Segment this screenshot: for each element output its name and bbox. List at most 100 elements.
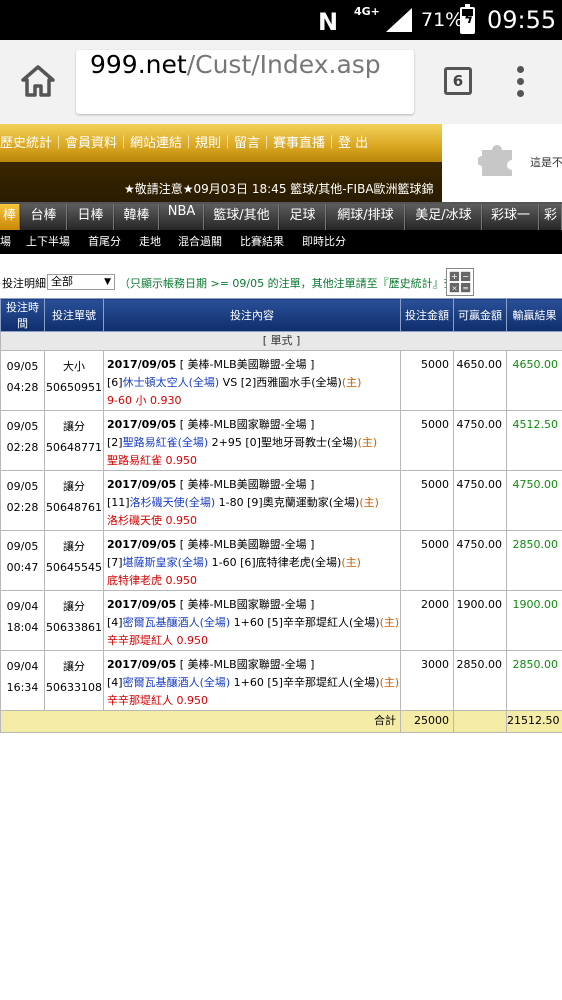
- bet-date: 09/04: [6, 600, 39, 613]
- sport-tab[interactable]: 足球: [280, 204, 326, 230]
- bet-type: 讓分: [63, 540, 85, 553]
- team1-index: [4]: [107, 616, 123, 629]
- signal-icon: [386, 8, 412, 32]
- column-header: 投注金額: [400, 298, 454, 332]
- win-amount: 4750.00: [453, 530, 507, 591]
- bet-number: 讓分 50645545: [44, 530, 104, 591]
- sub-tab[interactable]: 走地: [139, 230, 161, 254]
- match-line: 1-60 [6]底特律老虎(全場): [208, 556, 342, 569]
- sport-tab[interactable]: 彩球一: [483, 204, 539, 230]
- bet-result: 4750.00: [506, 470, 562, 531]
- sub-tab[interactable]: 比賽結果: [240, 230, 284, 254]
- bet-amount: 3000: [400, 650, 454, 711]
- bet-clock: 04:28: [6, 381, 39, 394]
- sub-tab[interactable]: 即時比分: [302, 230, 346, 254]
- home-marker: (主): [359, 496, 379, 509]
- bet-content: 2017/09/05 [ 美棒-MLB美國聯盟-全場 ] [7]堪薩斯皇家(全場)…: [103, 530, 401, 591]
- bet-clock: 18:04: [6, 621, 39, 634]
- sport-tab[interactable]: 韓棒: [115, 204, 159, 230]
- column-header: 可贏金額: [453, 298, 507, 332]
- total-label: 合計: [0, 710, 401, 733]
- home-marker: (主): [357, 436, 378, 449]
- puzzle-icon: [478, 145, 512, 176]
- sport-tab[interactable]: NBA: [160, 204, 204, 230]
- win-amount: 2850.00: [453, 650, 507, 711]
- sub-tab[interactable]: 上下半場: [26, 230, 70, 254]
- sport-tab[interactable]: 日棒: [68, 204, 114, 230]
- battery-icon: ϟ: [460, 4, 475, 34]
- league: [ 美棒-MLB美國聯盟-全場 ]: [179, 478, 315, 491]
- bet-pick: 9-60 小 0.930: [107, 394, 182, 407]
- table-row: 09/05 00:47 讓分 50645545 2017/09/05 [ 美棒-MLB美…: [0, 530, 562, 591]
- sport-tab[interactable]: 籃球/其他: [205, 204, 279, 230]
- bet-id: 50633861: [46, 621, 102, 634]
- tab-switcher-button[interactable]: 6: [444, 67, 472, 95]
- bet-date: 09/05: [6, 540, 39, 553]
- sport-tab[interactable]: 網球/排球: [327, 204, 405, 230]
- bet-date: 09/05: [6, 480, 39, 493]
- sub-tab[interactable]: 首尾分: [88, 230, 121, 254]
- match-line: 1-80 [9]奧克蘭運動家(全場): [215, 496, 360, 509]
- filter-select[interactable]: 全部 ▼: [47, 274, 115, 290]
- match-line: 1+60 [5]辛辛那堤紅人(全場): [230, 616, 380, 629]
- column-header: 輸贏結果: [506, 298, 562, 332]
- table-row: 09/05 04:28 大小 50650951 2017/09/05 [ 美棒-MLB美…: [0, 350, 562, 411]
- team1-name: 聖路易紅雀(全場): [122, 436, 209, 449]
- overflow-menu-icon[interactable]: [517, 66, 527, 100]
- league: [ 美棒-MLB國家聯盟-全場 ]: [179, 598, 315, 611]
- bet-pick: 聖路易紅雀 0.950: [107, 454, 197, 467]
- url-host: 999.net: [90, 50, 187, 79]
- sport-tab[interactable]: 美足/冰球: [406, 204, 482, 230]
- team1-index: [7]: [107, 556, 123, 569]
- bet-pick: 底特律老虎 0.950: [107, 574, 197, 587]
- bet-result: 2850.00: [506, 650, 562, 711]
- home-marker: (主): [341, 376, 362, 389]
- bet-result: 4512.50: [506, 410, 562, 471]
- win-amount: 4750.00: [453, 470, 507, 531]
- svg-text:+: +: [451, 271, 458, 281]
- filter-row: 投注明細: 全部 ▼ （只顯示帳務日期 >= 09/05 的注單，其他注單請至『歷…: [0, 264, 562, 298]
- bet-content: 2017/09/05 [ 美棒-MLB國家聯盟-全場 ] [4]密爾瓦基釀酒人(全…: [103, 650, 401, 711]
- plugin-text: 這是不: [530, 156, 562, 169]
- nfc-icon: N: [318, 8, 339, 36]
- top-links[interactable]: 歷史統計｜會員資料｜網站連結｜規則｜留言｜賽事直播｜登 出: [0, 132, 368, 151]
- bet-type: 讓分: [63, 660, 85, 673]
- league: [ 美棒-MLB國家聯盟-全場 ]: [179, 658, 315, 671]
- sub-tab[interactable]: 混合過關: [178, 230, 222, 254]
- match-date: 2017/09/05: [107, 418, 177, 431]
- table-row: 09/05 02:28 讓分 50648771 2017/09/05 [ 美棒-MLB國…: [0, 410, 562, 471]
- match-line: 1+60 [5]辛辛那堤紅人(全場): [230, 676, 380, 689]
- column-header: 投注內容: [103, 298, 401, 332]
- match-date: 2017/09/05: [107, 478, 177, 491]
- bet-content: 2017/09/05 [ 美棒-MLB國家聯盟-全場 ] [2]聖路易紅雀(全場)…: [103, 410, 401, 471]
- bet-time: 09/05 00:47: [0, 530, 45, 591]
- team1-index: [4]: [107, 676, 123, 689]
- team1-name: 密爾瓦基釀酒人(全場): [122, 616, 231, 629]
- bet-time: 09/05 02:28: [0, 470, 45, 531]
- sub-tab[interactable]: 場: [0, 230, 11, 254]
- svg-text:−: −: [462, 271, 469, 281]
- sports-nav: 棒 台棒 日棒 韓棒 NBA 籃球/其他 足球 網球/排球 美足/冰球 彩球一 …: [0, 202, 562, 230]
- bet-id: 50633108: [46, 681, 102, 694]
- calculator-icon[interactable]: + − × =: [446, 268, 474, 296]
- sport-tab[interactable]: 彩: [540, 204, 562, 230]
- bet-pick: 洛杉磯天使 0.950: [107, 514, 197, 527]
- bet-type-nav: 場 上下半場 首尾分 走地 混合過關 比賽結果 即時比分: [0, 230, 562, 254]
- url-bar[interactable]: 999.net/Cust/Index.asp: [76, 50, 414, 114]
- bet-id: 50650951: [46, 381, 102, 394]
- bet-id: 50645545: [46, 561, 102, 574]
- home-marker: (主): [379, 616, 400, 629]
- bet-id: 50648771: [46, 441, 102, 454]
- column-header: 投注時間: [0, 298, 45, 332]
- section-row: [ 單式 ]: [0, 331, 562, 351]
- home-icon[interactable]: [20, 64, 56, 98]
- bet-content: 2017/09/05 [ 美棒-MLB國家聯盟-全場 ] [4]密爾瓦基釀酒人(全…: [103, 590, 401, 651]
- match-line: 2+95 [0]聖地牙哥教士(全場): [208, 436, 358, 449]
- sport-tab[interactable]: 台棒: [21, 204, 67, 230]
- bet-number: 大小 50650951: [44, 350, 104, 411]
- sport-tab[interactable]: 棒: [0, 204, 20, 230]
- team1-index: [6]: [107, 376, 123, 389]
- team1-name: 堪薩斯皇家(全場): [122, 556, 209, 569]
- team1-name: 洛杉磯天使(全場): [129, 496, 216, 509]
- bet-clock: 02:28: [6, 501, 39, 514]
